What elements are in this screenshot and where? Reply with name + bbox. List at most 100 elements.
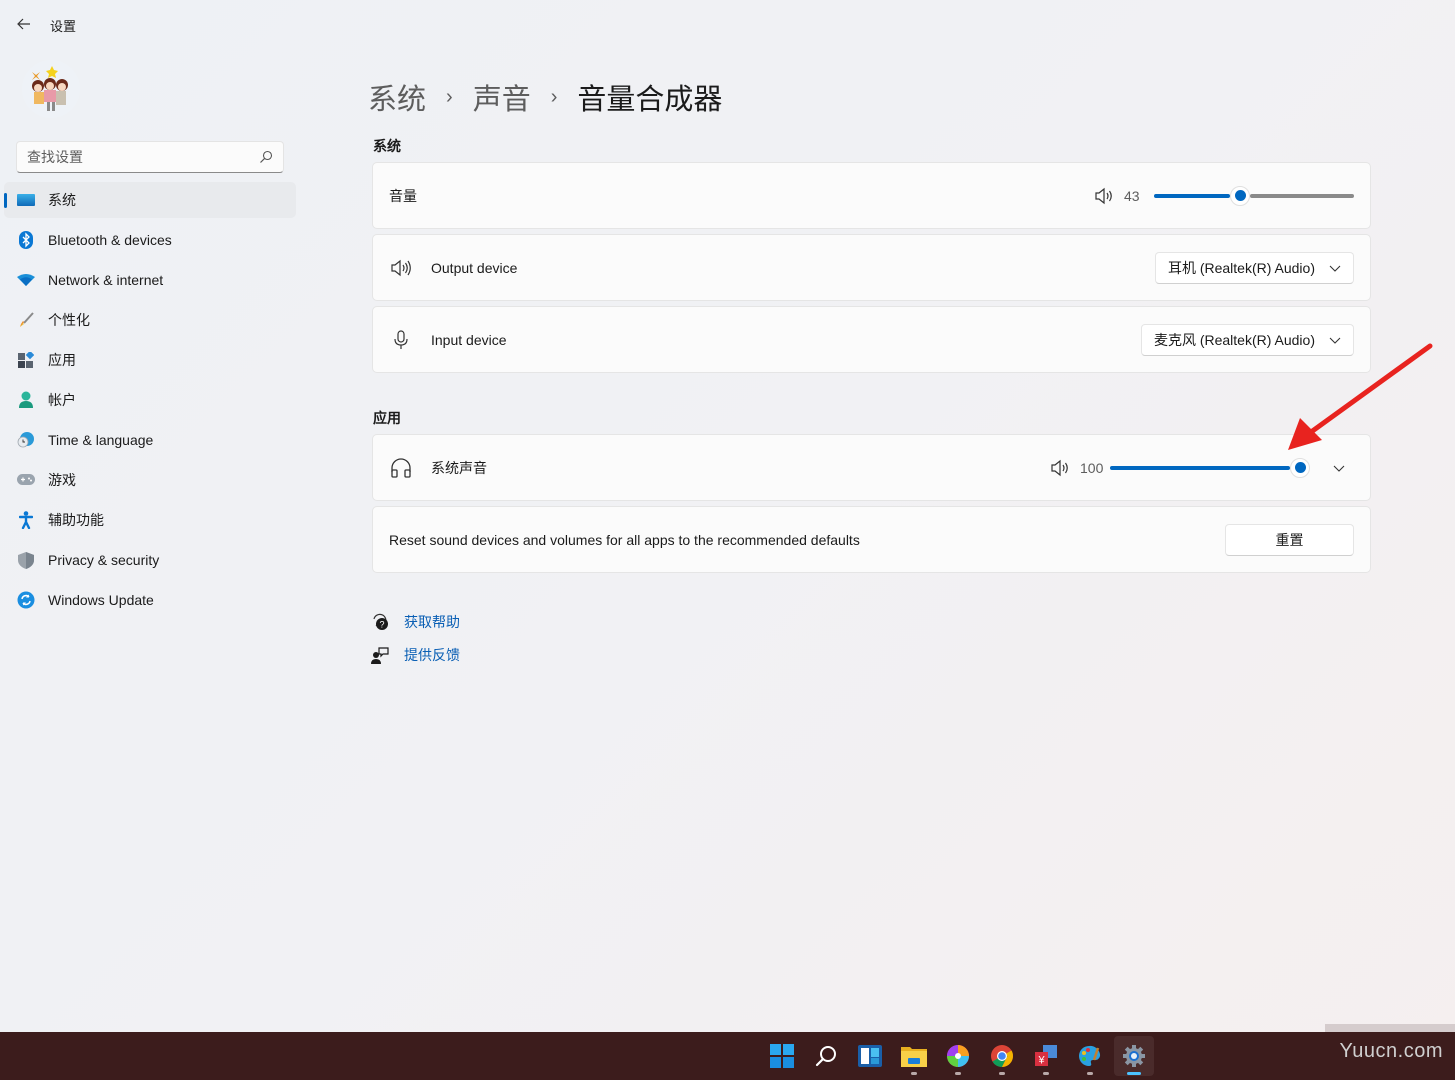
taskbar-settings[interactable] (1114, 1036, 1154, 1076)
sidebar-item-time-language[interactable]: Time & language (4, 422, 296, 458)
output-device-dropdown[interactable]: 耳机 (Realtek(R) Audio) (1154, 251, 1354, 284)
bluetooth-icon (16, 230, 36, 250)
chrome-icon (991, 1045, 1013, 1067)
taskbar-apps: ¥ (762, 1032, 1158, 1080)
taskbar-edge (1325, 1024, 1455, 1032)
taskbar-file-explorer[interactable] (894, 1036, 934, 1076)
breadcrumb-separator: › (446, 85, 453, 108)
sidebar-nav: 系统 Bluetooth & devices Network & interne… (4, 182, 296, 622)
running-indicator (1087, 1072, 1093, 1075)
sidebar-item-accounts[interactable]: 帐户 (4, 382, 296, 418)
get-help-label: 获取帮助 (404, 613, 460, 630)
sidebar-item-label: 应用 (48, 352, 76, 368)
svg-text:?: ? (379, 619, 384, 629)
gear-icon (1123, 1045, 1145, 1067)
help-chat-icon: ? (373, 613, 388, 630)
slider-thumb[interactable] (1290, 457, 1310, 478)
slider-fill (1154, 193, 1230, 198)
title-bar: 设置 (0, 0, 1455, 48)
system-sounds-label: 系统声音 (431, 459, 487, 476)
user-avatar-icon (22, 60, 80, 118)
sidebar-item-label: Time & language (48, 432, 154, 448)
svg-text:¥: ¥ (1037, 1055, 1045, 1067)
taskbar-start[interactable] (762, 1036, 802, 1076)
monitor-icon (16, 190, 36, 210)
section-title-apps: 应用 (373, 410, 401, 426)
get-help-link[interactable]: ? 获取帮助 (371, 605, 460, 638)
taskbar-search[interactable] (806, 1036, 846, 1076)
widgets-icon (858, 1045, 882, 1067)
update-icon (16, 590, 36, 610)
taskbar-widgets[interactable] (850, 1036, 890, 1076)
sidebar-item-personalization[interactable]: 个性化 (4, 302, 296, 338)
give-feedback-link[interactable]: 提供反馈 (371, 638, 460, 671)
sidebar-item-network[interactable]: Network & internet (4, 262, 296, 298)
running-indicator (911, 1072, 917, 1075)
microphone-icon (389, 328, 413, 352)
sidebar-item-windows-update[interactable]: Windows Update (4, 582, 296, 618)
arrow-left-icon (17, 18, 30, 30)
app-title: 设置 (50, 19, 77, 34)
breadcrumb-sound[interactable]: 声音 (473, 76, 531, 118)
slider-fill (1110, 465, 1290, 470)
chevron-down-icon (1333, 465, 1345, 472)
input-device-label: Input device (431, 331, 507, 348)
speaker-icon[interactable] (1050, 459, 1070, 477)
sidebar-item-label: 辅助功能 (48, 512, 104, 528)
give-feedback-label: 提供反馈 (404, 646, 460, 663)
taskbar-input-method[interactable]: ¥ (1026, 1036, 1066, 1076)
input-device-card: Input device 麦克风 (Realtek(R) Audio) (372, 306, 1371, 373)
wifi-icon (16, 270, 36, 290)
search-input[interactable] (27, 149, 259, 165)
pinwheel-icon (947, 1045, 969, 1067)
taskbar-chrome[interactable] (982, 1036, 1022, 1076)
slider-thumb[interactable] (1230, 185, 1250, 206)
running-indicator (955, 1072, 961, 1075)
user-avatar[interactable] (22, 60, 80, 118)
breadcrumb-system[interactable]: 系统 (368, 76, 426, 118)
section-title-system: 系统 (373, 138, 401, 154)
sidebar-item-label: 系统 (48, 192, 76, 208)
sidebar-item-accessibility[interactable]: 辅助功能 (4, 502, 296, 538)
reset-description: Reset sound devices and volumes for all … (389, 531, 860, 548)
sidebar-item-privacy[interactable]: Privacy & security (4, 542, 296, 578)
system-sounds-card: 系统声音 100 (372, 434, 1371, 501)
sidebar-item-label: Network & internet (48, 272, 164, 288)
sidebar-item-label: Windows Update (48, 592, 154, 608)
sidebar-item-label: Bluetooth & devices (48, 232, 172, 248)
sidebar-item-system[interactable]: 系统 (4, 182, 296, 218)
volume-label: 音量 (389, 187, 417, 204)
search-icon (815, 1046, 836, 1067)
back-button[interactable] (14, 14, 34, 34)
chevron-down-icon (1329, 265, 1341, 272)
active-indicator (1127, 1072, 1141, 1075)
watermark: Yuucn.com (1339, 1040, 1443, 1062)
accessibility-icon (16, 510, 36, 530)
slider-track (1250, 193, 1354, 198)
system-sounds-volume-slider[interactable] (1110, 457, 1310, 478)
reset-button[interactable]: 重置 (1225, 523, 1354, 556)
sidebar-item-label: 个性化 (48, 312, 90, 328)
expand-button[interactable] (1324, 453, 1354, 483)
master-volume-slider[interactable] (1154, 185, 1354, 206)
chevron-down-icon (1329, 337, 1341, 344)
help-links: ? 获取帮助 提供反馈 (371, 605, 460, 671)
sidebar-item-bluetooth[interactable]: Bluetooth & devices (4, 222, 296, 258)
sidebar-item-apps[interactable]: 应用 (4, 342, 296, 378)
search-icon[interactable] (259, 150, 273, 164)
taskbar-paint[interactable] (1070, 1036, 1110, 1076)
folder-icon (901, 1047, 927, 1067)
output-device-card: Output device 耳机 (Realtek(R) Audio) (372, 234, 1371, 301)
input-device-dropdown[interactable]: 麦克风 (Realtek(R) Audio) (1140, 323, 1354, 356)
taskbar-photos[interactable] (938, 1036, 978, 1076)
sidebar-item-label: Privacy & security (48, 552, 160, 568)
yen-translate-icon: ¥ (1035, 1045, 1057, 1067)
speaker-icon[interactable] (1094, 187, 1114, 205)
settings-search[interactable] (16, 141, 284, 173)
reset-card: Reset sound devices and volumes for all … (372, 506, 1371, 573)
sidebar-item-gaming[interactable]: 游戏 (4, 462, 296, 498)
speaker-icon (389, 256, 413, 280)
paintbrush-icon (16, 310, 36, 330)
clock-globe-icon (16, 430, 36, 450)
headphones-icon (389, 456, 413, 480)
